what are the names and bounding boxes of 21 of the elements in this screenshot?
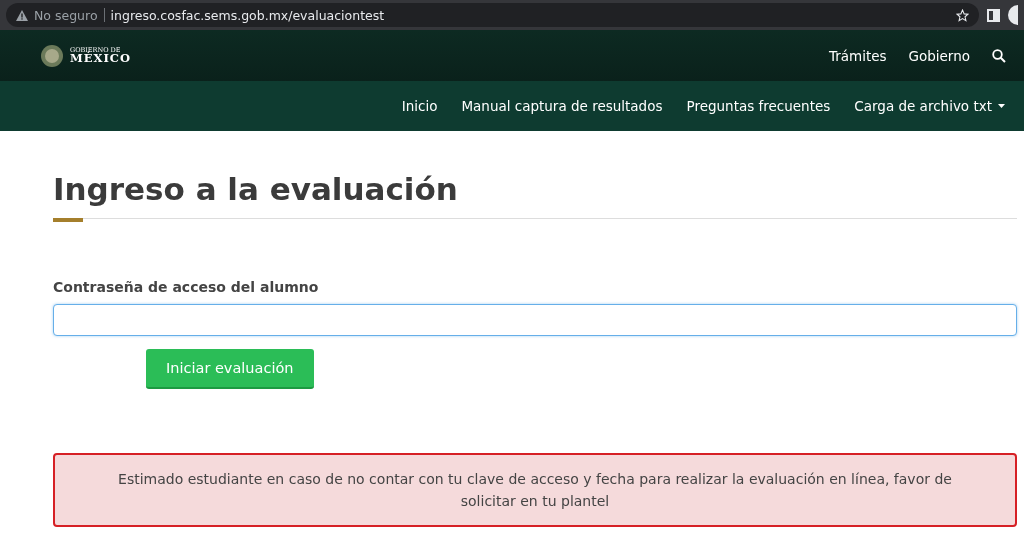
nav-link[interactable]: Manual captura de resultados [461,98,663,114]
nav-link[interactable]: Carga de archivo txt [854,98,1005,114]
logo-title: MÉXICO [70,53,131,65]
side-panel-icon[interactable] [987,8,1000,22]
header-link[interactable]: Gobierno [908,47,970,64]
emblem-icon [40,43,64,68]
security-label: No seguro [34,7,98,23]
warning-icon [16,9,28,21]
page-title: Ingreso a la evaluación [53,170,459,209]
address-bar[interactable]: No seguro ingreso.cosfac.sems.gob.mx/evaluaciontest [6,3,979,27]
url-text: ingreso.cosfac.sems.gob.mx/evaluaciontest [110,7,385,23]
star-icon[interactable] [956,8,969,22]
avatar-icon[interactable] [1008,5,1018,25]
search-icon[interactable] [992,48,1006,63]
alert-message: Estimado estudiante en caso de no contar con tu clave de acceso y fecha para realizar la evaluación en línea, favor de solicitar en tu plantel [53,453,1017,527]
field-label: Contraseña de acceso del alumno [53,279,320,295]
nav-link[interactable]: Inicio [401,98,438,114]
password-field[interactable] [53,304,1017,336]
caret-icon [998,104,1005,108]
nav-link[interactable]: Preguntas frecuentes [686,98,831,114]
header-link[interactable]: Trámites [828,47,887,64]
